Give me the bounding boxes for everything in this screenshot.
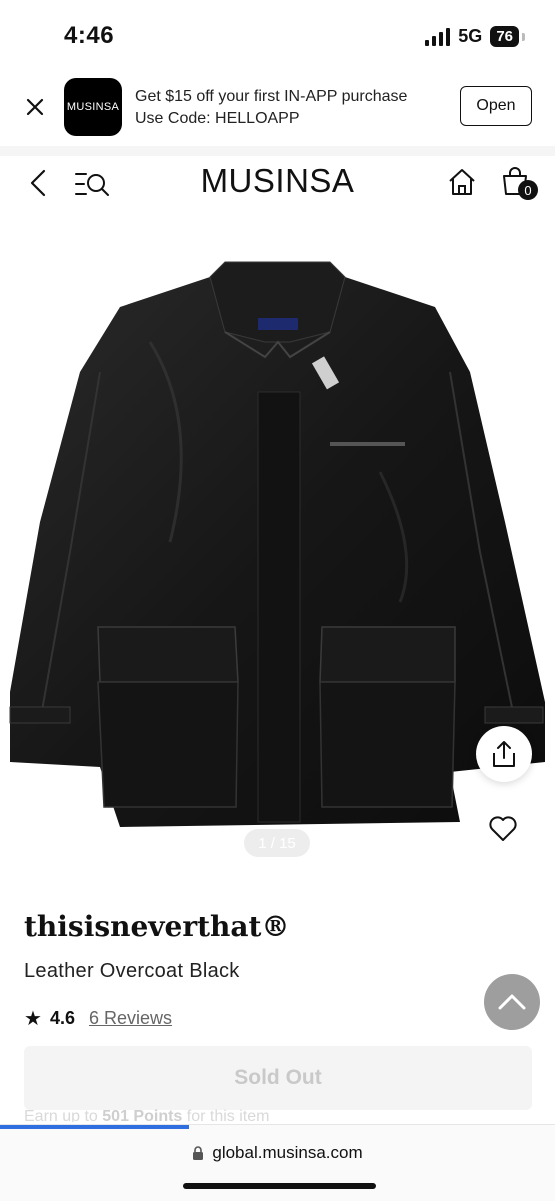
status-time: 4:46: [64, 22, 115, 49]
app-logo: MUSINSA: [64, 78, 122, 136]
product-name: Leather Overcoat Black: [24, 960, 240, 982]
site-header: MUSINSA 0: [0, 156, 555, 212]
cart-count-badge: 0: [518, 180, 538, 200]
points-prefix: Earn up to: [24, 1108, 98, 1122]
points-suffix: for this item: [186, 1108, 270, 1122]
signal-icon: [425, 27, 451, 46]
product-image[interactable]: [0, 222, 555, 862]
promo-line-2: Use Code: HELLOAPP: [135, 110, 300, 127]
browser-bar: global.musinsa.com: [0, 1124, 555, 1201]
scroll-to-top-button[interactable]: [484, 974, 540, 1030]
reviews-link[interactable]: 6 Reviews: [89, 1008, 172, 1029]
home-indicator: [183, 1183, 376, 1189]
promo-line-1: Get $15 off your first IN-APP purchase: [135, 88, 408, 105]
close-icon[interactable]: [22, 94, 48, 120]
share-icon: [493, 741, 515, 767]
address-bar[interactable]: global.musinsa.com: [0, 1143, 555, 1163]
divider: [0, 146, 555, 156]
status-bar: 4:46 5G 76: [0, 0, 555, 72]
cart-button[interactable]: 0: [500, 164, 540, 204]
lock-icon: [193, 1145, 204, 1160]
rating-value: 4.6: [49, 1008, 75, 1028]
status-indicators: 5G 76: [425, 26, 525, 47]
chevron-up-icon: [498, 994, 526, 1010]
page-load-progress: [0, 1125, 189, 1129]
network-label: 5G: [458, 26, 483, 46]
battery-icon: 76: [490, 26, 525, 47]
points-info: Earn up to 501 Points for this item: [24, 1108, 269, 1122]
home-icon[interactable]: [446, 166, 478, 198]
app-promo-banner: MUSINSA Get $15 off your first IN-APP pu…: [0, 72, 555, 146]
url-text: global.musinsa.com: [212, 1143, 363, 1162]
brand-name[interactable]: thisisneverthat®: [24, 910, 289, 943]
sold-out-button: Sold Out: [24, 1046, 532, 1110]
heart-icon[interactable]: [488, 814, 518, 842]
rating: ★ 4.6 6 Reviews: [24, 1006, 172, 1031]
share-button[interactable]: [476, 726, 532, 782]
image-counter: 1 / 15: [244, 829, 310, 857]
points-value: 501 Points: [102, 1108, 183, 1122]
open-app-button[interactable]: Open: [460, 86, 532, 126]
star-icon: ★: [24, 1008, 42, 1030]
promo-text: Get $15 off your first IN-APP purchase U…: [135, 86, 407, 130]
